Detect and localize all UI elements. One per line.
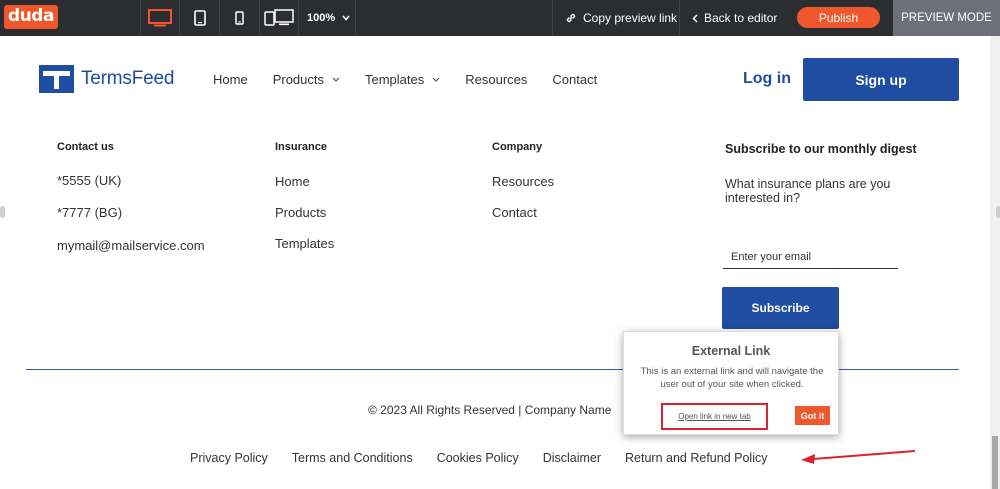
publish-button[interactable]: Publish — [797, 7, 880, 28]
preview-mode-badge: PREVIEW MODE — [893, 0, 1000, 36]
insurance-column-title: Insurance — [275, 141, 327, 153]
mobile-icon — [235, 11, 244, 25]
tablet-view-button[interactable] — [180, 0, 220, 36]
multi-device-icon — [264, 9, 294, 26]
footer-link-home[interactable]: Home — [275, 174, 310, 189]
page-scrollbar[interactable] — [990, 36, 1000, 489]
signup-button[interactable]: Sign up — [803, 58, 959, 101]
nav-products-label: Products — [272, 72, 324, 87]
copy-preview-link-button[interactable]: Copy preview link — [565, 0, 677, 36]
subscribe-question: What insurance plans are you interested … — [725, 177, 891, 205]
footer-link-templates[interactable]: Templates — [275, 236, 334, 251]
popup-message: This is an external link and will naviga… — [640, 366, 824, 390]
zoom-value: 100% — [307, 12, 336, 24]
desktop-icon — [148, 9, 172, 27]
login-link[interactable]: Log in — [743, 70, 791, 88]
zoom-select[interactable]: 100% — [298, 0, 356, 36]
chevron-down-icon — [332, 77, 340, 82]
subscribe-title: Subscribe to our monthly digest — [725, 142, 917, 156]
desktop-view-button[interactable] — [140, 0, 180, 36]
scrollbar-thumb[interactable] — [992, 436, 998, 489]
nav-resources[interactable]: Resources — [465, 72, 527, 87]
refund-policy-link[interactable]: Return and Refund Policy — [625, 451, 767, 465]
nav-templates-label: Templates — [365, 72, 425, 87]
chevron-down-icon — [342, 15, 350, 21]
right-edge-handle — [996, 206, 1000, 218]
subscribe-button[interactable]: Subscribe — [722, 287, 839, 329]
duda-logo[interactable]: duda — [4, 5, 58, 29]
legal-links: Privacy Policy Terms and Conditions Cook… — [190, 451, 791, 465]
footer-link-products[interactable]: Products — [275, 205, 326, 220]
toolbar-separator — [552, 0, 553, 36]
got-it-button[interactable]: Got it — [795, 406, 830, 425]
nav-templates[interactable]: Templates — [365, 72, 440, 87]
nav-products[interactable]: Products — [273, 72, 340, 87]
annotation-arrow — [801, 450, 916, 464]
company-column-title: Company — [492, 141, 543, 153]
back-to-editor-button[interactable]: Back to editor — [692, 0, 777, 36]
disclaimer-link[interactable]: Disclaimer — [543, 451, 601, 465]
toolbar-separator — [679, 0, 680, 36]
tablet-icon — [193, 10, 206, 26]
open-link-label: Open link in new tab — [678, 412, 751, 421]
link-icon — [566, 13, 576, 23]
contact-phone-bg[interactable]: *7777 (BG) — [57, 205, 122, 220]
contact-column-title: Contact us — [57, 141, 114, 153]
copyright-text: © 2023 All Rights Reserved | Company Nam… — [368, 403, 612, 417]
device-switcher — [140, 0, 299, 36]
main-nav: Home Products Templates Resources Contac… — [213, 72, 622, 87]
terms-link[interactable]: Terms and Conditions — [292, 451, 413, 465]
cookies-policy-link[interactable]: Cookies Policy — [437, 451, 519, 465]
open-link-in-new-tab[interactable]: Open link in new tab — [661, 403, 768, 430]
back-to-editor-label: Back to editor — [704, 11, 778, 25]
chevron-down-icon — [432, 77, 440, 82]
popup-title: External Link — [691, 344, 771, 358]
privacy-policy-link[interactable]: Privacy Policy — [190, 451, 268, 465]
brand-name: TermsFeed — [81, 68, 175, 89]
copy-preview-label: Copy preview link — [583, 11, 678, 25]
all-devices-view-button[interactable] — [260, 0, 299, 36]
contact-phone-uk[interactable]: *5555 (UK) — [57, 173, 121, 188]
termsfeed-logo-mark — [39, 65, 74, 93]
chevron-left-icon — [692, 13, 698, 23]
editor-toolbar: duda 100% Copy preview link Back to edit… — [0, 0, 1000, 36]
mobile-view-button[interactable] — [220, 0, 260, 36]
nav-home[interactable]: Home — [213, 72, 248, 87]
contact-email[interactable]: mymail@mailservice.com — [57, 238, 205, 253]
termsfeed-logo[interactable]: TermsFeed — [39, 65, 174, 93]
left-edge-handle — [0, 206, 5, 218]
external-link-popup: External Link This is an external link a… — [623, 331, 839, 435]
footer-link-contact[interactable]: Contact — [492, 205, 537, 220]
footer-link-resources[interactable]: Resources — [492, 174, 554, 189]
nav-contact[interactable]: Contact — [552, 72, 597, 87]
email-input[interactable] — [723, 245, 898, 269]
